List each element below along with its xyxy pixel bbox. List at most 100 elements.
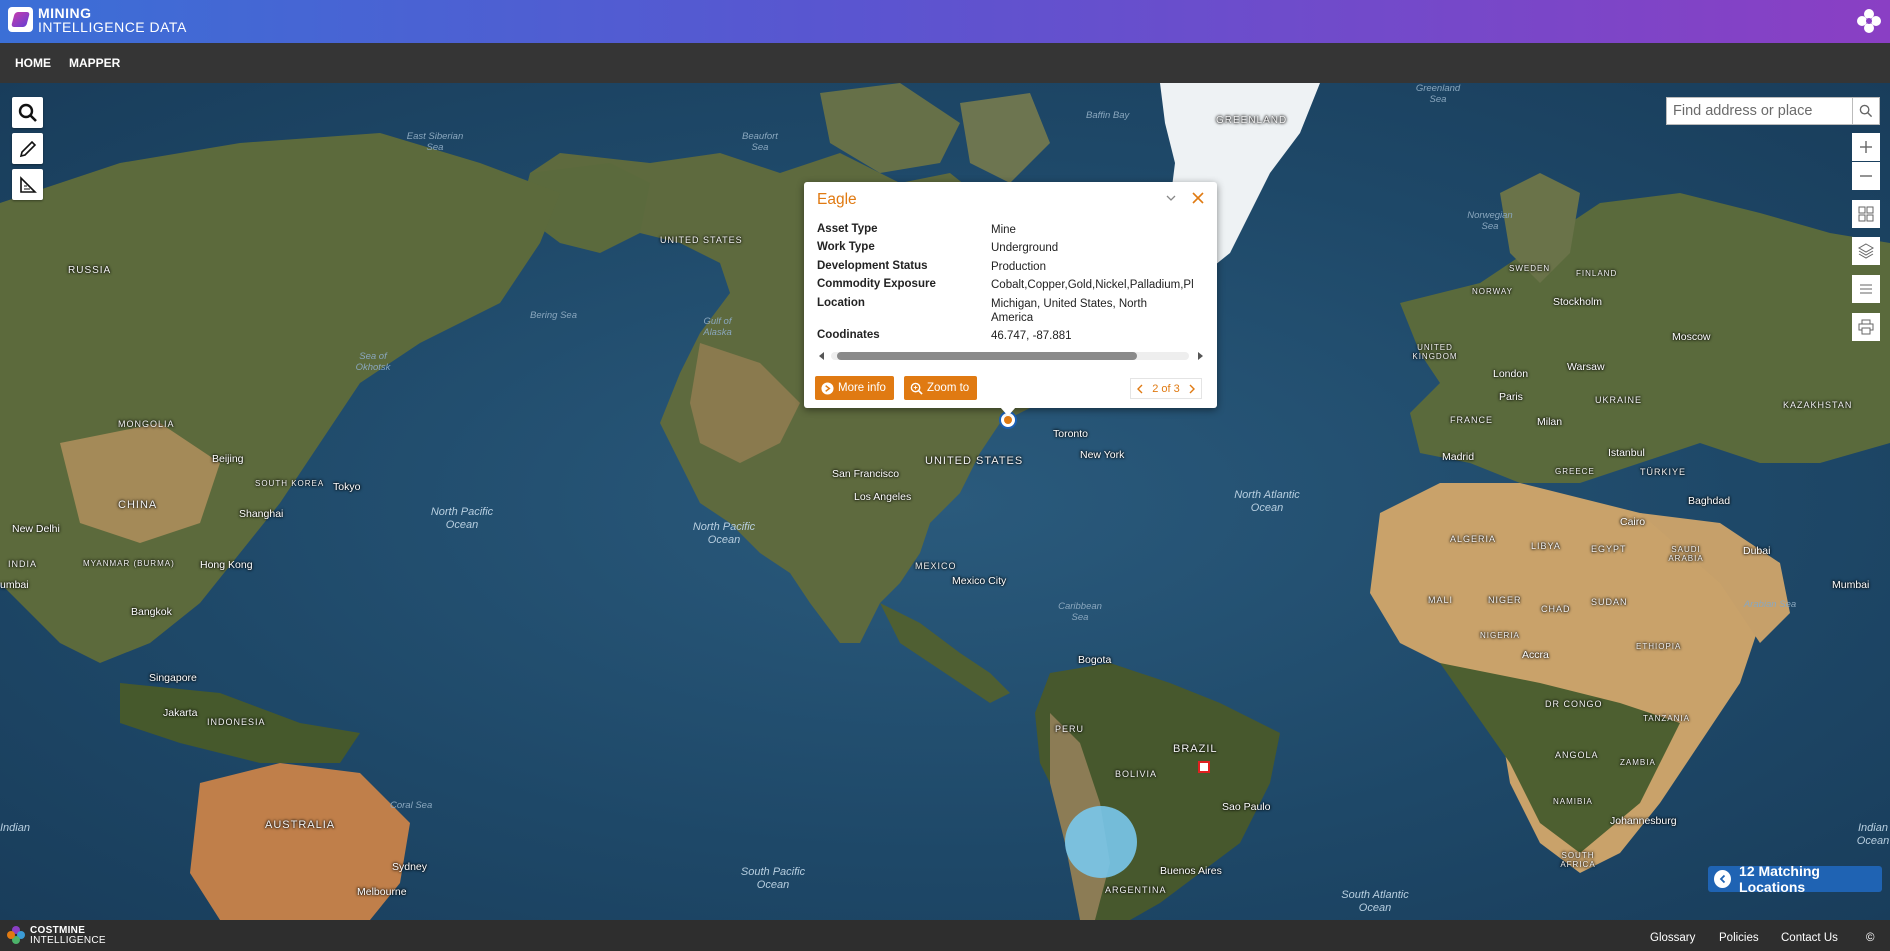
chevron-right-icon[interactable]	[1188, 384, 1196, 394]
layers-button[interactable]	[1852, 237, 1880, 265]
scroll-left-arrow-icon[interactable]	[817, 351, 827, 361]
label-zambia: ZAMBIA	[1620, 758, 1656, 767]
label-greenland: GREENLAND	[1216, 115, 1288, 126]
label-coral-sea: Coral Sea	[390, 800, 433, 811]
basemap-gallery-button[interactable]	[1852, 200, 1880, 228]
label-greece: GREECE	[1555, 467, 1595, 476]
field-value: Production	[991, 261, 1046, 273]
label-mongolia: MONGOLIA	[118, 419, 175, 429]
city-bogota: Bogota	[1078, 654, 1112, 666]
city-mumbai: Mumbai	[1832, 579, 1870, 591]
label-north-atlantic-ocean: North Atlantic Ocean	[1234, 489, 1300, 514]
matching-locations-label: 12 Matching Locations	[1739, 863, 1820, 895]
search-icon	[18, 103, 37, 122]
field-value: 46.747, -87.881	[991, 330, 1072, 342]
label-bolivia: BOLIVIA	[1115, 769, 1158, 779]
field-name: Commodity Exposure	[817, 278, 936, 290]
zoom-in-button[interactable]	[1852, 133, 1880, 161]
zoom-to-button[interactable]: Zoom to	[904, 376, 978, 400]
label-dr-congo: DR CONGO	[1545, 699, 1603, 709]
costmine-logo-icon	[7, 926, 25, 944]
measure-tool-button[interactable]	[12, 169, 43, 200]
city-bangkok: Bangkok	[131, 606, 172, 618]
label-brazil: BRAZIL	[1173, 743, 1218, 755]
plus-icon	[1860, 141, 1872, 153]
label-norwegian-sea: Norwegian Sea	[1467, 210, 1513, 232]
label-caribbean-sea: Caribbean Sea	[1058, 601, 1102, 623]
popup-horizontal-scrollbar[interactable]	[817, 350, 1205, 362]
label-greenland-sea: Greenland Sea	[1415, 83, 1461, 105]
footer: COSTMINE INTELLIGENCE Glossary Policies …	[0, 920, 1890, 951]
draw-tool-button[interactable]	[12, 133, 43, 164]
label-kazakhstan: KAZAKHSTAN	[1783, 400, 1853, 410]
label-us-alaska: UNITED STATES	[660, 235, 743, 245]
chevron-down-icon[interactable]	[1164, 191, 1178, 205]
matching-locations-button[interactable]: 12 Matching Locations	[1708, 863, 1882, 895]
city-tokyo: Tokyo	[333, 481, 361, 493]
label-indonesia: INDONESIA	[207, 717, 266, 727]
label-australia: AUSTRALIA	[265, 819, 336, 831]
label-bering-sea: Bering Sea	[530, 310, 578, 321]
address-search-input[interactable]	[1667, 98, 1847, 124]
label-sweden: SWEDEN	[1509, 264, 1551, 273]
label-sudan: SUDAN	[1591, 597, 1628, 607]
search-tool-button[interactable]	[12, 97, 43, 128]
label-south-atlantic-ocean: South Atlantic Ocean	[1341, 889, 1409, 914]
city-warsaw: Warsaw	[1567, 361, 1605, 373]
field-name: Work Type	[817, 241, 875, 253]
brand-line-1: MINING	[38, 5, 92, 21]
city-los-angeles: Los Angeles	[854, 491, 912, 503]
nav-mapper[interactable]: MAPPER	[69, 56, 120, 70]
label-north-pacific-ocean-east: North Pacific Ocean	[692, 521, 756, 546]
apps-flower-icon[interactable]	[1856, 8, 1882, 34]
city-shanghai: Shanghai	[239, 508, 284, 520]
city-madrid: Madrid	[1442, 451, 1475, 463]
label-north-pacific-ocean-west: North Pacific Ocean	[430, 506, 494, 531]
search-icon	[1859, 104, 1873, 118]
label-niger: NIGER	[1488, 595, 1522, 605]
layers-icon	[1858, 243, 1874, 259]
label-united-kingdom: UNITED KINGDOM	[1412, 343, 1458, 361]
print-button[interactable]	[1852, 313, 1880, 341]
footer-link-contact[interactable]: Contact Us	[1781, 932, 1838, 944]
mining-intelligence-logo-icon[interactable]	[8, 7, 33, 32]
label-libya: LIBYA	[1531, 541, 1561, 551]
city-stockholm: Stockholm	[1553, 296, 1603, 308]
nav-home[interactable]: HOME	[15, 56, 51, 70]
arrow-right-circle-icon	[821, 381, 834, 395]
label-norway: NORWAY	[1472, 287, 1513, 296]
chevron-left-icon[interactable]	[1136, 384, 1144, 394]
field-value: Cobalt,Copper,Gold,Nickel,Palladium,Pl	[991, 279, 1194, 291]
city-accra: Accra	[1522, 649, 1549, 661]
city-hong-kong: Hong Kong	[200, 559, 253, 571]
chevron-left-circle-icon	[1714, 870, 1732, 888]
city-johannesburg: Johannesburg	[1610, 815, 1677, 827]
legend-button[interactable]	[1852, 275, 1880, 303]
main-nav: HOME MAPPER	[0, 43, 1890, 83]
zoom-out-button[interactable]	[1852, 162, 1880, 190]
field-name: Location	[817, 297, 865, 309]
label-ukraine: UKRAINE	[1595, 395, 1643, 405]
field-value: Underground	[991, 242, 1059, 254]
label-indian-ocean-east: Indian Ocean	[1856, 822, 1890, 847]
address-search-button[interactable]	[1852, 97, 1880, 125]
more-info-label: More info	[838, 382, 886, 394]
label-sea-of-okhotsk: Sea of Okhotsk	[355, 351, 391, 373]
city-milan: Milan	[1537, 416, 1563, 428]
top-header: MINING INTELLIGENCE DATA	[0, 0, 1890, 43]
field-value: Michigan, United States, North America	[991, 298, 1147, 324]
ruler-icon	[19, 175, 37, 193]
label-tanzania: TANZANIA	[1643, 714, 1690, 723]
scroll-right-arrow-icon[interactable]	[1195, 351, 1205, 361]
more-info-button[interactable]: More info	[815, 376, 894, 400]
city-new-delhi: New Delhi	[12, 523, 60, 535]
label-china: CHINA	[118, 499, 158, 511]
scrollbar-thumb[interactable]	[837, 352, 1137, 360]
label-nigeria: NIGERIA	[1480, 631, 1520, 640]
footer-link-glossary[interactable]: Glossary	[1650, 932, 1695, 944]
city-melbourne: Melbourne	[357, 886, 407, 898]
label-south-pacific-ocean: South Pacific Ocean	[740, 866, 806, 891]
pager-text: 2 of 3	[1152, 382, 1180, 395]
close-icon[interactable]	[1190, 190, 1206, 206]
footer-link-policies[interactable]: Policies	[1719, 932, 1759, 944]
